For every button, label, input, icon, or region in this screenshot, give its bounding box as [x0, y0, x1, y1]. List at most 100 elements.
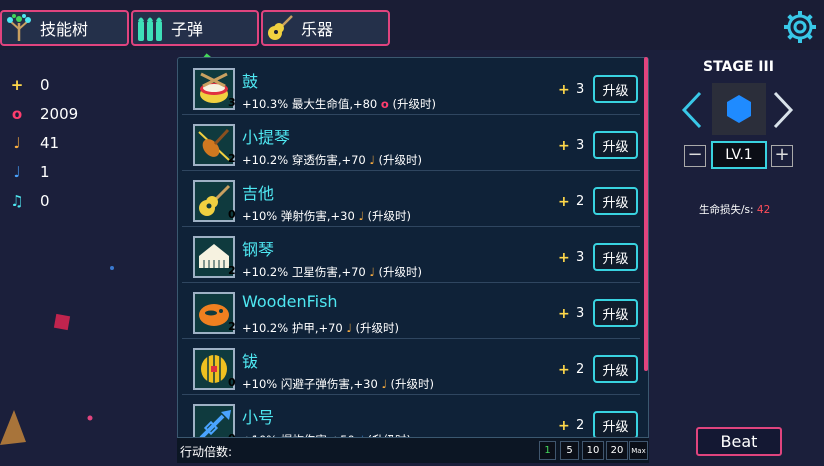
multiplier-max-button[interactable]: Max: [629, 441, 648, 460]
list-item-piano: 2 钢琴 +10.2% 卫星伤害,+70 ♩ (升级时) + 3 升级: [182, 228, 640, 283]
instrument-desc: +10.3% 最大生命值,+80 o (升级时): [242, 96, 436, 112]
multiplier-10-button[interactable]: 10: [582, 441, 604, 460]
desc-text: +10.2% 穿透伤害,+70: [242, 153, 366, 167]
stage-preview: [712, 83, 766, 135]
list-scrollbar[interactable]: [644, 57, 648, 371]
plus-icon: +: [558, 362, 570, 378]
instrument-level: 2: [228, 264, 236, 277]
instrument-cost: 2: [576, 194, 585, 209]
stat-row-plus: + 0: [8, 70, 108, 99]
plus-icon: +: [558, 418, 570, 434]
instrument-cost: 3: [576, 82, 585, 97]
instrument-name: 钹: [242, 352, 259, 371]
multiplier-5-button[interactable]: 5: [560, 441, 579, 460]
stat-value: 1: [40, 162, 50, 181]
plus-icon: +: [558, 306, 570, 322]
instrument-desc: +10.2% 卫星伤害,+70 ♩ (升级时): [242, 264, 422, 280]
upgrade-button[interactable]: 升级: [593, 187, 638, 215]
stat-row-cyan-notes: ♫ 0: [8, 186, 108, 215]
multiplier-1-button[interactable]: 1: [539, 441, 556, 460]
tab-instruments[interactable]: 乐器: [261, 10, 390, 46]
desc-text: +10.2% 卫星伤害,+70: [242, 265, 366, 279]
hp-loss-readout: 生命损失/s: 42: [699, 202, 770, 217]
desc-suffix: (升级时): [392, 97, 436, 111]
instrument-name: 小号: [242, 408, 275, 427]
instrument-cost: 3: [576, 138, 585, 153]
desc-suffix: (升级时): [378, 265, 422, 279]
instrument-name: 小提琴: [242, 128, 291, 147]
plus-icon: +: [558, 82, 570, 98]
tab-skill-tree-label: 技能树: [40, 20, 89, 39]
ring-icon: o: [11, 104, 23, 123]
instrument-cost: 3: [576, 250, 585, 265]
plus-icon: +: [10, 75, 24, 94]
gear-icon[interactable]: [782, 9, 818, 45]
desc-suffix: (升级时): [390, 377, 435, 391]
stat-value: 2009: [40, 104, 79, 123]
stat-value: 41: [40, 133, 60, 152]
upgrade-button[interactable]: 升级: [593, 131, 638, 159]
beamed-notes-cyan-icon: ♫: [10, 191, 24, 210]
stat-value: 0: [40, 191, 50, 210]
desc-text: +10% 弹射伤害,+30: [242, 209, 355, 223]
desc-suffix: (升级时): [378, 153, 422, 167]
upgrade-button[interactable]: 升级: [593, 355, 638, 383]
instrument-name: 钢琴: [242, 240, 275, 259]
desc-suffix: (升级时): [355, 321, 399, 335]
upgrade-button[interactable]: 升级: [593, 75, 638, 103]
stat-value: 0: [40, 75, 50, 94]
level-decrease-button[interactable]: −: [684, 145, 706, 167]
bullets-icon: [138, 17, 162, 41]
instrument-cost: 2: [576, 362, 585, 377]
level-increase-button[interactable]: +: [771, 145, 793, 167]
level-display: LV.1: [711, 141, 767, 169]
desc-suffix: (升级时): [367, 209, 412, 223]
instrument-desc: +10.2% 护甲,+70 ♩ (升级时): [242, 320, 399, 336]
instrument-name: WoodenFish: [242, 292, 338, 311]
instrument-cost: 2: [576, 418, 585, 433]
plus-icon: +: [558, 194, 570, 210]
hp-loss-value: 42: [756, 204, 771, 216]
note-icon: ♩: [346, 321, 352, 335]
stage-panel: STAGE III − LV.1 + 生命损失/s: 42 Beat: [656, 50, 824, 466]
instrument-level: 3: [228, 96, 236, 109]
eighth-note-blue-icon: ♩: [13, 162, 21, 181]
tab-instruments-label: 乐器: [301, 20, 334, 39]
hexagon-icon: [727, 95, 751, 123]
note-icon: ♩: [358, 209, 364, 223]
list-item-violin: 2 小提琴 +10.2% 穿透伤害,+70 ♩ (升级时) + 3 升级: [182, 116, 640, 171]
note-icon: ♩: [369, 153, 375, 167]
multiplier-20-button[interactable]: 20: [606, 441, 628, 460]
tab-bullets[interactable]: 子弹: [131, 10, 259, 46]
plus-icon: +: [558, 138, 570, 154]
desc-text: +10.2% 护甲,+70: [242, 321, 343, 335]
tab-bullets-label: 子弹: [171, 20, 204, 39]
instrument-desc: +10.2% 穿透伤害,+70 ♩ (升级时): [242, 152, 422, 168]
upgrade-button[interactable]: 升级: [593, 243, 638, 271]
chevron-right-icon[interactable]: [771, 90, 795, 130]
instrument-name: 吉他: [242, 184, 275, 203]
instrument-level: 2: [228, 320, 236, 333]
chevron-left-icon[interactable]: [680, 90, 704, 130]
instrument-level: 2: [228, 152, 236, 165]
beat-button[interactable]: Beat: [696, 427, 782, 456]
upgrade-button[interactable]: 升级: [593, 299, 638, 327]
tab-skill-tree[interactable]: 技能树: [0, 10, 129, 46]
note-icon: ♩: [381, 377, 387, 391]
instrument-cost: 3: [576, 306, 585, 321]
list-item-wooden-fish: 2 WoodenFish +10.2% 护甲,+70 ♩ (升级时) + 3 升…: [182, 284, 640, 339]
instrument-level: 0: [228, 376, 236, 389]
instrument-list[interactable]: 3 鼓 +10.3% 最大生命值,+80 o (升级时) + 3 升级 2 小提…: [177, 57, 649, 463]
skill-tree-icon: [7, 14, 31, 41]
ring-icon: o: [380, 97, 389, 111]
resource-stats: + 0 o 2009 ♩ 41 ♩ 1 ♫ 0: [8, 70, 108, 215]
stat-row-blue-note: ♩ 1: [8, 157, 108, 186]
instrument-desc: +10% 弹射伤害,+30 ♩ (升级时): [242, 208, 411, 224]
guitar-icon: [268, 15, 293, 40]
upgrade-button[interactable]: 升级: [593, 411, 638, 439]
list-item-cymbal: 0 钹 +10% 闪避子弹伤害,+30 ♩ (升级时) + 2 升级: [182, 340, 640, 395]
instrument-level: 0: [228, 208, 236, 221]
stat-row-orange-note: ♩ 41: [8, 128, 108, 157]
desc-text: +10.3% 最大生命值,+80: [242, 97, 378, 111]
hp-loss-label: 生命损失/s:: [699, 204, 754, 216]
